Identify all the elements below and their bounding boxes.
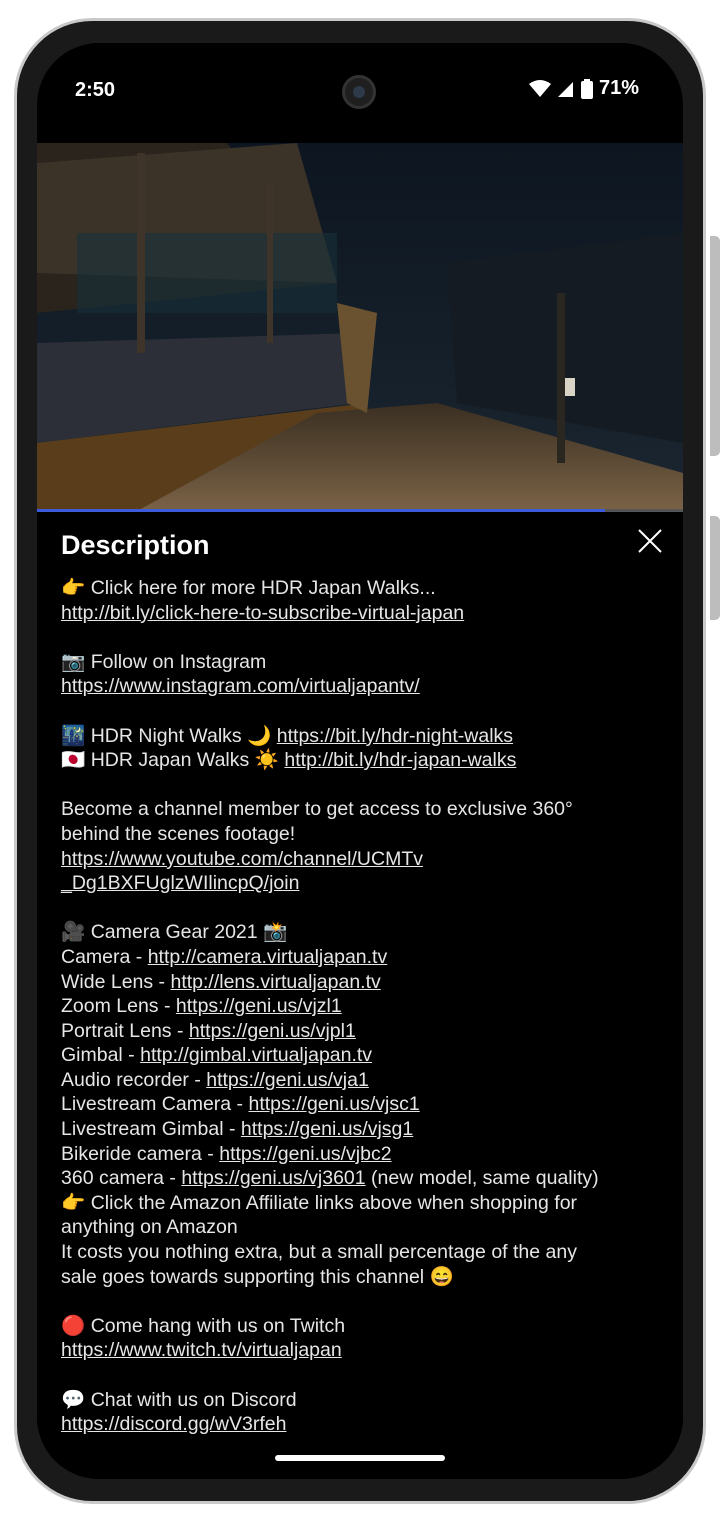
front-camera (342, 75, 376, 109)
status-bar: 2:50 71% (37, 43, 683, 133)
gear-link[interactable]: https://geni.us/vjsg1 (241, 1118, 413, 1140)
gear-label: Livestream Gimbal - (61, 1118, 241, 1141)
power-button[interactable] (710, 236, 720, 456)
gear-label: Livestream Camera - (61, 1093, 249, 1116)
battery-percent: 71% (598, 77, 639, 99)
desc-line: 👉 Click the Amazon Affiliate links above… (61, 1191, 578, 1214)
home-indicator[interactable] (275, 1455, 445, 1461)
desc-line: behind the scenes footage! (61, 822, 296, 845)
desc-line: 💬 Chat with us on Discord (61, 1388, 297, 1411)
gear-label: Zoom Lens - (61, 995, 176, 1018)
desc-line: 📷 Follow on Instagram (61, 650, 267, 673)
gear-label: Portrait Lens - (61, 1019, 189, 1042)
gear-link[interactable]: http://camera.virtualjapan.tv (148, 946, 388, 968)
volume-button[interactable] (710, 516, 720, 620)
gear-label: Camera - (61, 945, 148, 968)
gear-link[interactable]: http://lens.virtualjapan.tv (170, 971, 380, 993)
gear-label: Gimbal - (61, 1044, 141, 1067)
gear-link[interactable]: http://gimbal.virtualjapan.tv (140, 1044, 372, 1066)
desc-link[interactable]: http://bit.ly/click-here-to-subscribe-vi… (61, 602, 464, 624)
screen: 2:50 71% Description 👉 Click here for mo… (37, 43, 683, 1479)
desc-line: 🌃 HDR Night Walks 🌙 (61, 724, 277, 747)
desc-line: 🎥 Camera Gear 2021 📸 (61, 921, 288, 944)
description-panel: Description 👉 Click here for more HDR Ja… (37, 512, 683, 1479)
desc-line: 👉 Click here for more HDR Japan Walks... (61, 577, 436, 599)
gear-link[interactable]: https://geni.us/vjpl1 (189, 1020, 356, 1042)
phone-frame: 2:50 71% Description 👉 Click here for mo… (14, 18, 706, 1504)
desc-link[interactable]: http://bit.ly/hdr-japan-walks (284, 749, 516, 771)
status-icons: 71% (528, 77, 639, 100)
desc-line: 🔴 Come hang with us on Twitch (61, 1314, 346, 1337)
desc-line: anything on Amazon (61, 1216, 238, 1239)
gear-link[interactable]: https://geni.us/vjzl1 (176, 995, 342, 1017)
desc-line: It costs you nothing extra, but a small … (61, 1241, 577, 1264)
gear-link[interactable]: https://geni.us/vjsc1 (248, 1093, 419, 1115)
gear-label: Audio recorder - (61, 1068, 207, 1091)
video-frame-night-street (37, 143, 683, 511)
gear-link[interactable]: https://geni.us/vja1 (206, 1069, 369, 1091)
battery-icon (580, 78, 593, 99)
desc-line: Become a channel member to get access to… (61, 798, 573, 821)
gear-link[interactable]: https://geni.us/vj3601 (181, 1167, 365, 1189)
close-icon[interactable] (635, 526, 665, 556)
desc-link[interactable]: https://discord.gg/wV3rfeh (61, 1413, 286, 1435)
gear-suffix: (new model, same quality) (365, 1167, 599, 1190)
description-text: 👉 Click here for more HDR Japan Walks...… (61, 576, 671, 1437)
gear-label: 360 camera - (61, 1167, 182, 1190)
status-time: 2:50 (75, 79, 116, 101)
desc-link[interactable]: _Dg1BXFUglzWIlincpQ/join (61, 872, 299, 894)
video-player[interactable] (37, 143, 683, 511)
gear-label: Wide Lens - (61, 970, 171, 993)
desc-link[interactable]: https://www.twitch.tv/virtualjapan (61, 1339, 342, 1361)
desc-line: sale goes towards supporting this channe… (61, 1265, 454, 1288)
gear-link[interactable]: https://geni.us/vjbc2 (219, 1143, 391, 1165)
cell-signal-icon (557, 81, 573, 97)
description-title: Description (61, 530, 210, 560)
wifi-icon (528, 79, 551, 97)
desc-link[interactable]: https://www.instagram.com/virtualjapantv… (61, 675, 420, 697)
gear-label: Bikeride camera - (61, 1142, 220, 1165)
desc-link[interactable]: https://bit.ly/hdr-night-walks (277, 725, 513, 747)
desc-line: 🇯🇵 HDR Japan Walks ☀️ (61, 749, 285, 772)
desc-link[interactable]: https://www.youtube.com/channel/UCMTv (61, 848, 423, 870)
phone-device: 2:50 71% Description 👉 Click here for mo… (0, 0, 720, 1522)
